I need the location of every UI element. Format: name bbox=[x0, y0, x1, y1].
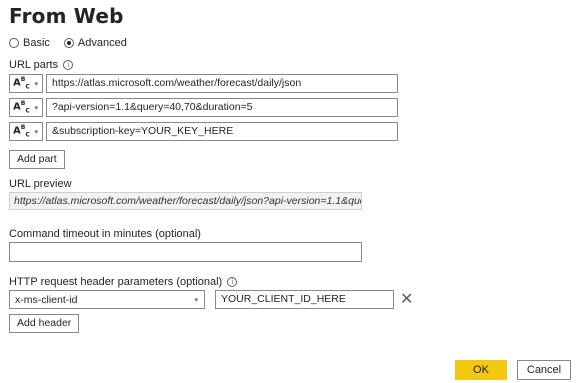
chevron-down-icon: ▾ bbox=[34, 80, 38, 88]
url-part-2-input[interactable]: ?api-version=1.1&query=40,70&duration=5 bbox=[46, 98, 398, 117]
basic-radio-label: Basic bbox=[23, 37, 50, 49]
url-part-1-input[interactable]: https://atlas.microsoft.com/weather/fore… bbox=[46, 74, 398, 93]
url-preview-field: https://atlas.microsoft.com/weather/fore… bbox=[9, 192, 362, 210]
header-name-value: x-ms-client-id bbox=[15, 293, 78, 306]
text-type-icon: ABC bbox=[13, 75, 30, 91]
url-preview-label: URL preview bbox=[9, 178, 72, 190]
url-part-1-type-dropdown[interactable]: ABC ▾ bbox=[9, 74, 43, 93]
chevron-down-icon: ▾ bbox=[34, 104, 38, 112]
text-type-icon: ABC bbox=[13, 99, 30, 115]
cancel-button[interactable]: Cancel bbox=[517, 360, 571, 380]
header-name-dropdown[interactable]: x-ms-client-id ▾ bbox=[9, 290, 205, 309]
header-value-input[interactable]: YOUR_CLIENT_ID_HERE bbox=[215, 290, 394, 309]
basic-radio[interactable]: Basic bbox=[9, 37, 50, 49]
close-icon[interactable]: ✕ bbox=[400, 291, 413, 307]
url-parts-label: URL parts bbox=[9, 59, 59, 71]
add-part-button[interactable]: Add part bbox=[9, 150, 65, 169]
ok-button[interactable]: OK bbox=[455, 360, 507, 380]
chevron-down-icon: ▾ bbox=[34, 128, 38, 136]
advanced-radio[interactable]: Advanced bbox=[63, 37, 127, 49]
advanced-radio-label: Advanced bbox=[77, 37, 127, 49]
timeout-label: Command timeout in minutes (optional) bbox=[9, 228, 201, 240]
url-parts-header: URL parts i bbox=[9, 59, 74, 71]
info-icon[interactable]: i bbox=[63, 60, 74, 71]
text-type-icon: ABC bbox=[13, 123, 30, 139]
headers-label: HTTP request header parameters (optional… bbox=[9, 276, 223, 288]
chevron-down-icon: ▾ bbox=[194, 296, 198, 304]
advanced-radio-circle[interactable] bbox=[63, 38, 74, 48]
mode-radio-group: Basic Advanced bbox=[9, 37, 141, 49]
basic-radio-circle[interactable] bbox=[9, 38, 19, 48]
info-icon[interactable]: i bbox=[227, 277, 238, 288]
url-part-3-input[interactable]: &subscription-key=YOUR_KEY_HERE bbox=[46, 122, 398, 141]
url-part-3-type-dropdown[interactable]: ABC ▾ bbox=[9, 122, 43, 141]
headers-header: HTTP request header parameters (optional… bbox=[9, 276, 238, 288]
url-part-2-type-dropdown[interactable]: ABC ▾ bbox=[9, 98, 43, 117]
dialog-title: From Web bbox=[9, 4, 124, 28]
timeout-input[interactable] bbox=[9, 242, 362, 262]
add-header-button[interactable]: Add header bbox=[9, 314, 80, 333]
